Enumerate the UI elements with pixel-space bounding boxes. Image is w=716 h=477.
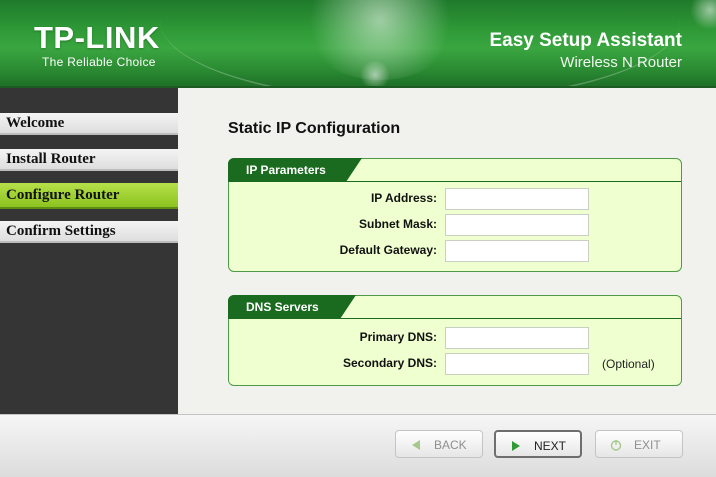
brand-tagline: The Reliable Choice [42, 55, 156, 69]
next-arrow-icon [512, 441, 520, 451]
fieldset-rule [229, 181, 681, 182]
subnet-mask-row: Subnet Mask: [229, 214, 683, 236]
dns-servers-fieldset: DNS Servers Primary DNS: Secondary DNS: … [228, 295, 682, 386]
back-button[interactable]: BACK [395, 430, 483, 458]
sidebar-item-welcome[interactable]: Welcome [0, 113, 178, 135]
default-gateway-input[interactable] [445, 240, 589, 262]
back-button-label: BACK [434, 438, 467, 452]
optional-note: (Optional) [602, 357, 655, 371]
footer-bar: BACK NEXT EXIT [0, 414, 716, 477]
ip-parameters-legend: IP Parameters [228, 158, 362, 182]
default-gateway-label: Default Gateway: [339, 243, 437, 257]
app-subtitle: Wireless N Router [560, 54, 682, 71]
dns-servers-legend: DNS Servers [228, 295, 356, 319]
ip-parameters-fieldset: IP Parameters IP Address: Subnet Mask: D… [228, 158, 682, 272]
header-glow-decoration [690, 0, 716, 30]
exit-button[interactable]: EXIT [595, 430, 683, 458]
secondary-dns-label: Secondary DNS: [342, 356, 437, 370]
tp-link-logo: TP-LINK [34, 20, 160, 55]
header-glow-decoration [360, 60, 390, 88]
header-banner: TP-LINK The Reliable Choice Easy Setup A… [0, 0, 716, 88]
back-arrow-icon [412, 440, 420, 450]
page-title: Static IP Configuration [228, 120, 401, 137]
default-gateway-row: Default Gateway: [229, 240, 683, 262]
primary-dns-label: Primary DNS: [359, 330, 437, 344]
main-content: Static IP Configuration IP Parameters IP… [178, 88, 716, 414]
next-button[interactable]: NEXT [494, 430, 582, 458]
sidebar-item-confirm-settings[interactable]: Confirm Settings [0, 221, 178, 243]
exit-power-icon [610, 440, 622, 451]
sidebar-item-install-router[interactable]: Install Router [0, 149, 178, 171]
sidebar-nav: Welcome Install Router Configure Router … [0, 88, 178, 414]
secondary-dns-row: Secondary DNS: (Optional) [229, 353, 683, 375]
primary-dns-input[interactable] [445, 327, 589, 349]
next-button-label: NEXT [534, 439, 567, 453]
fieldset-rule [229, 318, 681, 319]
subnet-mask-label: Subnet Mask: [358, 217, 437, 231]
app-title: Easy Setup Assistant [489, 30, 682, 51]
sidebar-item-configure-router[interactable]: Configure Router [0, 183, 178, 209]
ip-address-row: IP Address: [229, 188, 683, 210]
secondary-dns-input[interactable] [445, 353, 589, 375]
ip-address-input[interactable] [445, 188, 589, 210]
primary-dns-row: Primary DNS: [229, 327, 683, 349]
subnet-mask-input[interactable] [445, 214, 589, 236]
exit-button-label: EXIT [634, 438, 661, 452]
ip-address-label: IP Address: [370, 191, 437, 205]
